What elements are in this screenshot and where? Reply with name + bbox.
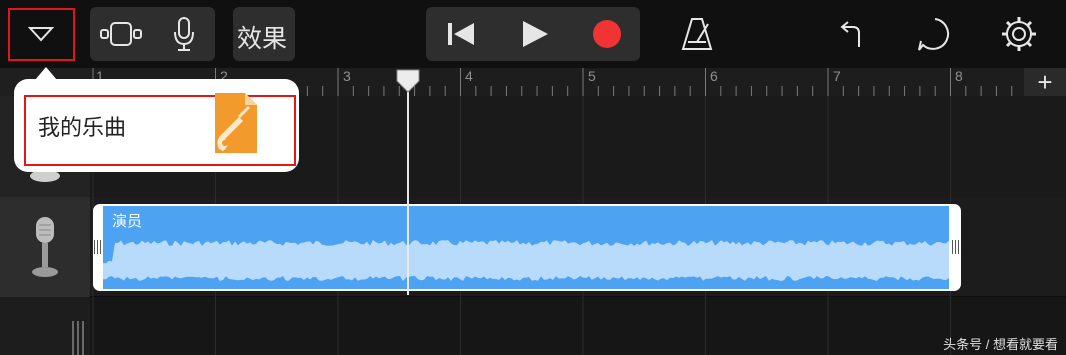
watermark-text: 头条号 / 想看就要看: [943, 337, 1058, 352]
go-to-beginning-button[interactable]: [430, 10, 492, 58]
gear-icon: [1002, 17, 1036, 51]
playhead-line: [407, 90, 409, 295]
add-section-button[interactable]: +: [1024, 68, 1066, 96]
effects-label: 效果: [237, 25, 288, 53]
region-left-handle[interactable]: [94, 240, 101, 254]
region-body: 演员: [103, 206, 949, 289]
loop-icon: [918, 18, 950, 51]
waveform: [103, 240, 949, 284]
microphone-icon: [174, 17, 194, 51]
play-button[interactable]: [502, 10, 568, 58]
bar-number: 5: [588, 68, 596, 84]
garageband-icon: [211, 91, 259, 155]
bar-number: 3: [343, 68, 351, 84]
metronome-button[interactable]: [672, 10, 722, 58]
region-right-handle[interactable]: [952, 240, 959, 254]
settings-button[interactable]: [994, 10, 1044, 58]
microphone-track-icon: [32, 217, 58, 277]
plus-icon: +: [1037, 67, 1053, 97]
bar-number: 8: [955, 68, 963, 84]
bar-number: 7: [833, 68, 841, 84]
play-icon: [523, 21, 548, 47]
bar-number: 6: [710, 68, 718, 84]
my-songs-label: 我的乐曲: [38, 115, 127, 140]
record-button[interactable]: [576, 10, 638, 58]
tracks-view-icon: [100, 22, 142, 46]
my-songs-popover: 我的乐曲: [14, 79, 299, 172]
highlight-box: [8, 8, 75, 61]
control-bar: 效果: [0, 0, 1066, 68]
instrument-icon: [30, 170, 60, 182]
waveform-shape: [103, 240, 949, 284]
bar-number: 4: [465, 68, 473, 84]
microphone-button[interactable]: [155, 10, 213, 58]
effects-button[interactable]: 效果: [233, 7, 295, 61]
loop-browser-button[interactable]: [910, 10, 960, 58]
skip-back-icon: [448, 23, 474, 45]
region-title: 演员: [112, 213, 143, 230]
empty-track-area: [0, 297, 90, 355]
track-header[interactable]: [0, 197, 90, 298]
undo-button[interactable]: [826, 12, 876, 58]
playhead-handle[interactable]: [395, 68, 421, 94]
track-view-button[interactable]: [92, 10, 150, 58]
resize-handle[interactable]: [72, 321, 86, 355]
audio-region[interactable]: 演员: [93, 204, 961, 291]
metronome-icon: [681, 18, 713, 50]
record-icon: [593, 20, 621, 48]
undo-icon: [840, 21, 860, 47]
